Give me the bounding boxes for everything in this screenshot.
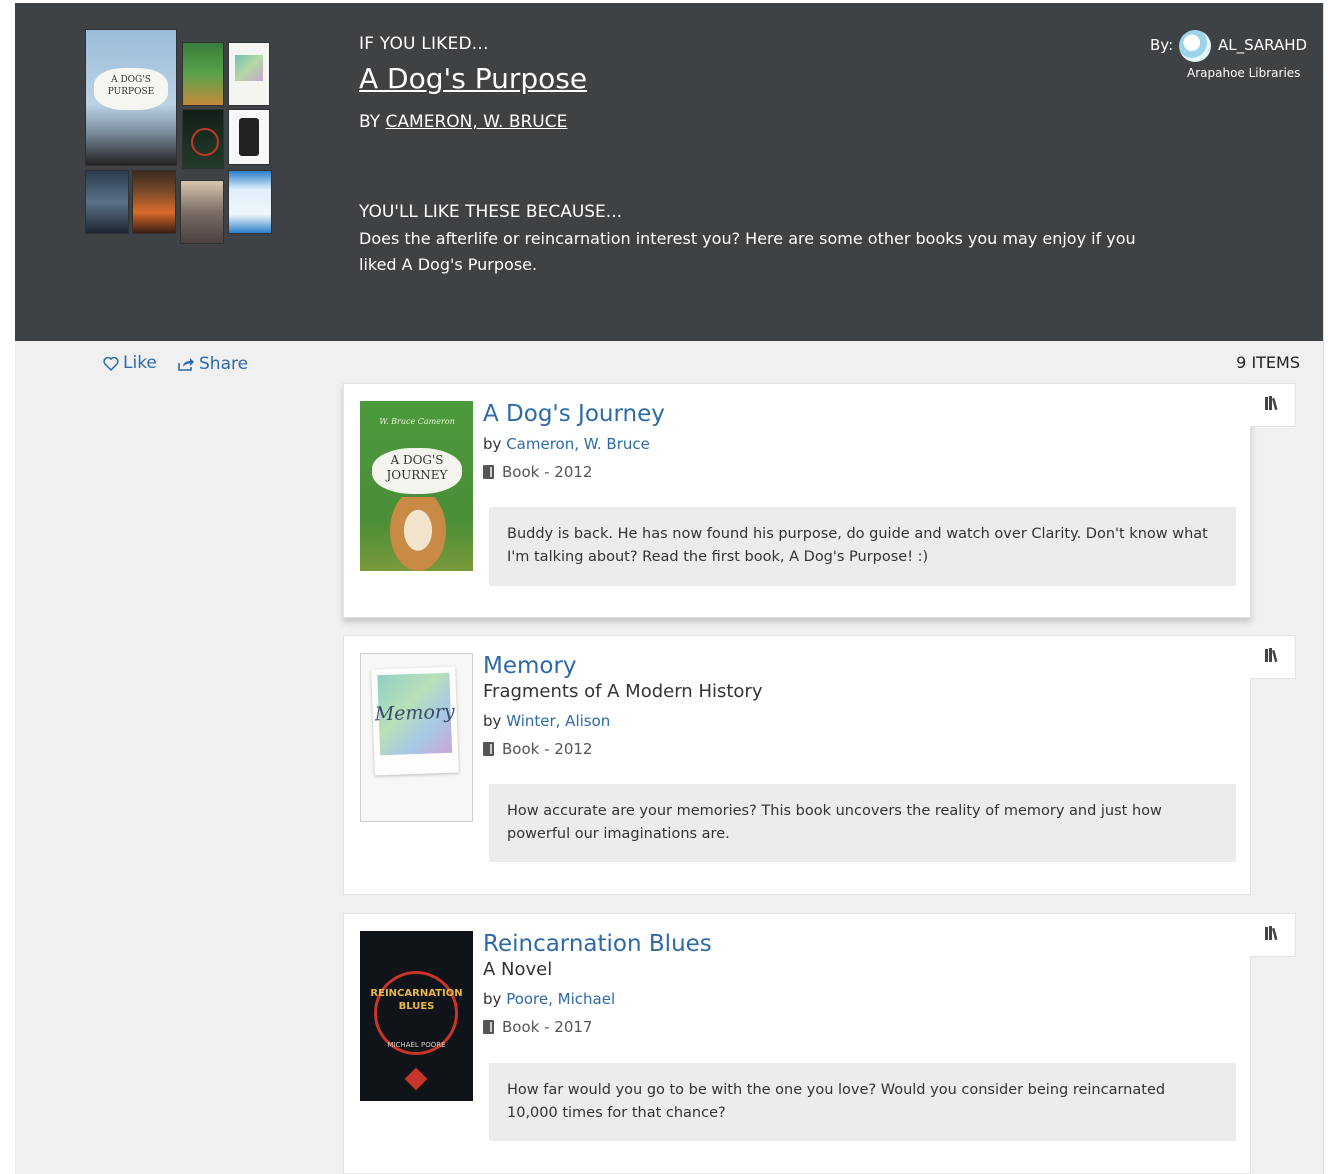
list-page: A DOG'S PURPOSE IF YOU LIKED... A Dog's … (15, 3, 1323, 1174)
cover-author: MICHAEL POORE (387, 1041, 446, 1049)
cover-caption: REINCARNATION BLUES (370, 988, 463, 1012)
share-icon (178, 357, 194, 371)
add-to-shelf-button[interactable] (1250, 635, 1296, 679)
book-icon (483, 465, 494, 479)
item-author-link[interactable]: Cameron, W. Bruce (506, 435, 650, 453)
cover-image[interactable] (133, 171, 175, 233)
book-cover[interactable]: W. Bruce Cameron A DOG'S JOURNEY (360, 401, 473, 571)
format-text: Book - 2012 (502, 740, 593, 758)
item-note: How accurate are your memories? This boo… (489, 784, 1236, 862)
avatar[interactable] (1179, 30, 1211, 62)
item-format: Book - 2012 (483, 463, 592, 481)
item-title-link[interactable]: Memory (483, 653, 577, 679)
book-icon (483, 1020, 494, 1034)
source-book-byline: BY CAMERON, W. BRUCE (359, 112, 567, 132)
item-format: Book - 2017 (483, 1018, 592, 1036)
share-label: Share (199, 354, 249, 374)
share-button[interactable]: Share (177, 354, 248, 374)
item-author-link[interactable]: Winter, Alison (506, 712, 610, 730)
book-icon (483, 742, 494, 756)
username-link[interactable]: AL_SARAHD (1218, 36, 1307, 54)
list-item: Memory Memory Fragments of A Modern Hist… (343, 635, 1251, 895)
cover-heart (404, 1067, 428, 1091)
by-text: by (483, 712, 502, 730)
cover-caption: A DOG'S JOURNEY (372, 448, 462, 494)
cover-image[interactable]: A DOG'S PURPOSE (86, 30, 176, 165)
cover-image[interactable] (183, 43, 223, 105)
library-name: Arapahoe Libraries (1187, 66, 1301, 80)
format-text: Book - 2012 (502, 463, 593, 481)
by-prefix: BY (359, 112, 381, 132)
item-subtitle: Fragments of A Modern History (483, 681, 763, 702)
shelf-icon (1265, 396, 1278, 411)
like-label: Like (123, 353, 157, 373)
shelf-icon (1265, 926, 1278, 941)
book-cover[interactable]: Memory (360, 653, 473, 822)
list-item: W. Bruce Cameron A DOG'S JOURNEY A Dog's… (343, 383, 1251, 618)
book-cover[interactable]: REINCARNATION BLUES MICHAEL POORE (360, 931, 473, 1101)
add-to-shelf-button[interactable] (1250, 913, 1296, 957)
item-title-link[interactable]: A Dog's Journey (483, 401, 665, 427)
item-author-link[interactable]: Poore, Michael (506, 990, 615, 1008)
item-author-line: by Poore, Michael (483, 990, 615, 1008)
item-subtitle: A Novel (483, 959, 553, 980)
list-header: A DOG'S PURPOSE IF YOU LIKED... A Dog's … (15, 3, 1323, 341)
cover-caption: Memory (374, 700, 456, 726)
polaroid-frame: Memory (371, 666, 459, 776)
source-author-link[interactable]: CAMERON, W. BRUCE (386, 112, 568, 132)
item-author-line: by Winter, Alison (483, 712, 610, 730)
item-title-link[interactable]: Reincarnation Blues (483, 931, 712, 957)
cover-caption: A DOG'S PURPOSE (94, 68, 168, 110)
because-heading: YOU'LL LIKE THESE BECAUSE... (359, 202, 623, 222)
cover-image[interactable] (229, 110, 269, 164)
like-button[interactable]: Like (103, 353, 157, 373)
heart-icon (103, 356, 119, 371)
cover-image[interactable] (229, 171, 271, 233)
cover-image[interactable] (229, 43, 269, 105)
format-text: Book - 2017 (502, 1018, 593, 1036)
shelf-icon (1265, 648, 1278, 663)
items-count: 9 ITEMS (1236, 353, 1300, 372)
item-note: How far would you go to be with the one … (489, 1063, 1236, 1141)
by-text: by (483, 990, 502, 1008)
dog-illustration (390, 497, 446, 571)
cover-author: W. Bruce Cameron (379, 417, 455, 426)
cover-image[interactable] (181, 181, 223, 243)
item-author-line: by Cameron, W. Bruce (483, 435, 650, 453)
cover-image[interactable] (86, 171, 128, 233)
because-text: Does the afterlife or reincarnation inte… (359, 229, 1136, 274)
list-item: REINCARNATION BLUES MICHAEL POORE Reinca… (343, 913, 1251, 1174)
source-book-title-link[interactable]: A Dog's Purpose (359, 62, 587, 95)
item-format: Book - 2012 (483, 740, 592, 758)
item-note: Buddy is back. He has now found his purp… (489, 507, 1236, 586)
by-label: By: (1150, 36, 1174, 54)
if-liked-heading: IF YOU LIKED... (359, 34, 489, 54)
add-to-shelf-button[interactable] (1250, 383, 1296, 427)
by-text: by (483, 435, 502, 453)
cover-image[interactable] (183, 110, 223, 168)
